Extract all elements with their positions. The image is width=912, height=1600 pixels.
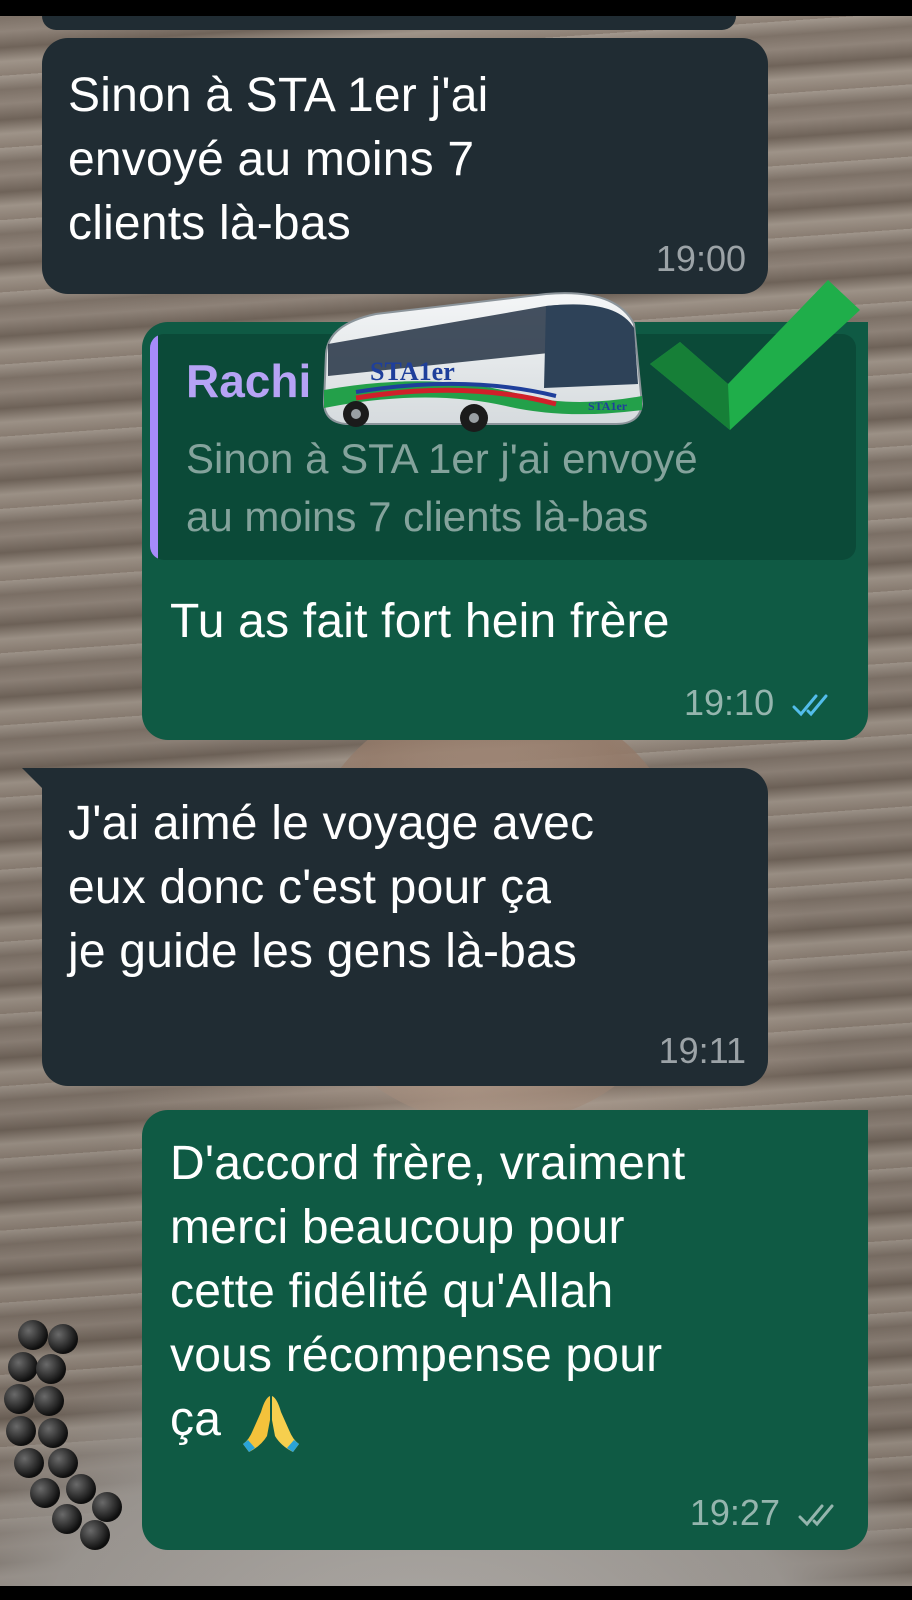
quote-text: Sinon à STA 1er j'ai envoyé au moins 7 c… — [186, 430, 836, 546]
message-line: D'accord frère, vraiment — [170, 1137, 686, 1190]
previous-message-bubble-edge[interactable] — [42, 16, 736, 30]
message-time-text: 19:10 — [684, 682, 775, 723]
message-line: je guide les gens là-bas — [68, 925, 578, 978]
double-check-delivered-icon — [798, 1504, 834, 1527]
outgoing-message-bubble[interactable]: D'accord frère, vraiment merci beaucoup … — [142, 1110, 868, 1550]
incoming-message-bubble[interactable]: Sinon à STA 1er j'ai envoyé au moins 7 c… — [42, 38, 768, 294]
message-text: J'ai aimé le voyage avec eux donc c'est … — [68, 792, 594, 984]
bus-side-text: STA1er — [588, 399, 628, 413]
message-time: 19:10 — [684, 682, 836, 724]
navigation-bar-edge — [0, 1586, 912, 1600]
message-time: 19:11 — [658, 1030, 746, 1071]
bubble-tail — [22, 768, 44, 790]
incoming-message-bubble[interactable]: J'ai aimé le voyage avec eux donc c'est … — [42, 768, 768, 1086]
message-text: D'accord frère, vraiment merci beaucoup … — [170, 1132, 685, 1454]
bus-sticker-icon: STA1er STA1er — [322, 292, 644, 432]
message-line: cette fidélité qu'Allah — [170, 1265, 614, 1318]
quote-accent-bar — [150, 334, 158, 560]
message-text: Sinon à STA 1er j'ai envoyé au moins 7 c… — [68, 64, 489, 256]
quote-line: au moins 7 clients là-bas — [186, 493, 649, 540]
message-line: Tu as fait fort hein frère — [170, 595, 670, 648]
status-bar-edge — [0, 0, 912, 16]
bus-logo-text: STA1er — [370, 357, 455, 386]
message-line: Sinon à STA 1er j'ai — [68, 69, 489, 122]
green-check-icon — [650, 280, 860, 430]
folded-hands-icon — [243, 1396, 300, 1453]
double-check-read-icon — [792, 694, 828, 717]
message-time-text: 19:27 — [689, 1492, 780, 1533]
message-time: 19:27 — [690, 1492, 842, 1534]
message-line: vous récompense pour — [170, 1329, 663, 1382]
message-line: clients là-bas — [68, 197, 351, 250]
message-text: Tu as fait fort hein frère — [170, 590, 670, 654]
message-line: merci beaucoup pour — [170, 1201, 625, 1254]
message-time: 19:00 — [655, 238, 746, 279]
message-line-text: ça — [170, 1393, 222, 1446]
wallpaper-bracelet — [0, 1320, 140, 1550]
message-line: eux donc c'est pour ça — [68, 861, 552, 914]
message-line: J'ai aimé le voyage avec — [68, 797, 595, 850]
message-line: ça — [170, 1388, 685, 1454]
message-line: envoyé au moins 7 — [68, 133, 475, 186]
quote-author: Rachi — [186, 355, 312, 407]
